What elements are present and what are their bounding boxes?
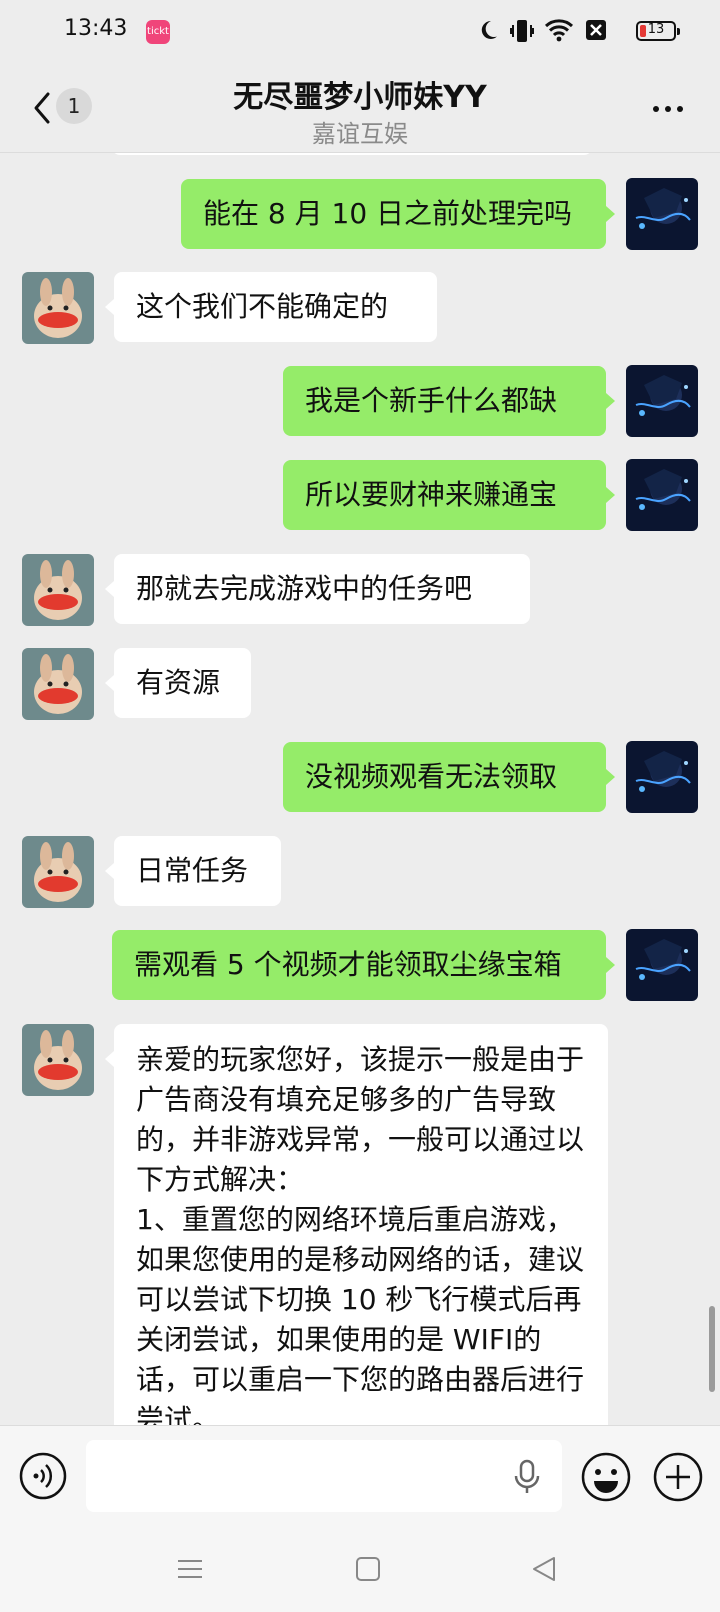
home-nav-icon[interactable] (354, 1555, 382, 1583)
status-bar: 13:43 tickt 13 (0, 0, 720, 64)
message-bubble-in[interactable]: 这个我们不能确定的 (114, 272, 437, 342)
self-avatar-image (626, 459, 698, 531)
message-bubble-in[interactable]: 那就去完成游戏中的任务吧 (114, 554, 530, 624)
contact-avatar[interactable] (22, 272, 94, 344)
battery-icon: 13 (636, 21, 680, 41)
self-avatar-image (626, 365, 698, 437)
contact-avatar-image (22, 836, 94, 908)
microphone-icon[interactable] (514, 1459, 540, 1495)
contact-avatar-image (22, 272, 94, 344)
self-avatar[interactable] (626, 741, 698, 813)
status-time: 13:43 (64, 16, 128, 41)
self-avatar-image (626, 929, 698, 1001)
chat-title: 无尽噩梦小师妹YY (233, 80, 487, 115)
message-input[interactable] (86, 1440, 562, 1512)
battery-level: 13 (647, 22, 665, 37)
message-bubble-out[interactable]: 能在 8 月 10 日之前处理完吗 (181, 179, 606, 249)
contact-avatar-image (22, 1024, 94, 1096)
menu-nav-icon[interactable] (176, 1555, 204, 1583)
self-avatar-image (626, 178, 698, 250)
vibrate-icon (510, 20, 534, 42)
more-functions-button[interactable] (652, 1451, 704, 1503)
message-bubble-in[interactable]: 亲爱的玩家您好，该提示一般是由于广告商没有填充足够多的广告导致的，并非游戏异常，… (114, 1024, 608, 1425)
moon-icon (481, 20, 497, 39)
sim-off-icon (586, 20, 606, 40)
message-bubble-out[interactable]: 需观看 5 个视频才能领取尘缘宝箱 (112, 930, 606, 1000)
message-bubble-in[interactable]: 日常任务 (114, 836, 281, 906)
message-bubble-out[interactable]: 我是个新手什么都缺 (283, 366, 606, 436)
more-options-button[interactable] (648, 94, 688, 124)
voice-input-button[interactable] (18, 1451, 68, 1501)
chat-header: 1 无尽噩梦小师妹YY 嘉谊互娱 (0, 64, 720, 153)
app-notification-icon: tickt (146, 20, 170, 44)
message-bubble-out[interactable]: 所以要财神来赚通宝 (283, 460, 606, 530)
wifi-icon (544, 19, 574, 42)
message-list[interactable]: 能在 8 月 10 日之前处理完吗 这个我们不能确定的 我是个新手什么都缺 所以… (0, 153, 720, 1425)
emoji-button[interactable] (580, 1451, 632, 1503)
message-bubble-out[interactable]: 没视频观看无法领取 (283, 742, 606, 812)
chat-subtitle: 嘉谊互娱 (312, 120, 408, 148)
scrollbar[interactable] (709, 1306, 715, 1392)
system-navigation-bar (0, 1525, 720, 1612)
contact-avatar[interactable] (22, 554, 94, 626)
self-avatar[interactable] (626, 929, 698, 1001)
contact-avatar-image (22, 648, 94, 720)
contact-avatar-image (22, 554, 94, 626)
message-bubble-partial (112, 153, 592, 155)
contact-avatar[interactable] (22, 836, 94, 908)
message-bubble-in[interactable]: 有资源 (114, 648, 251, 718)
self-avatar[interactable] (626, 178, 698, 250)
contact-avatar[interactable] (22, 648, 94, 720)
self-avatar[interactable] (626, 459, 698, 531)
self-avatar[interactable] (626, 365, 698, 437)
contact-avatar[interactable] (22, 1024, 94, 1096)
back-nav-icon[interactable] (530, 1555, 558, 1583)
self-avatar-image (626, 741, 698, 813)
input-bar (0, 1425, 720, 1526)
